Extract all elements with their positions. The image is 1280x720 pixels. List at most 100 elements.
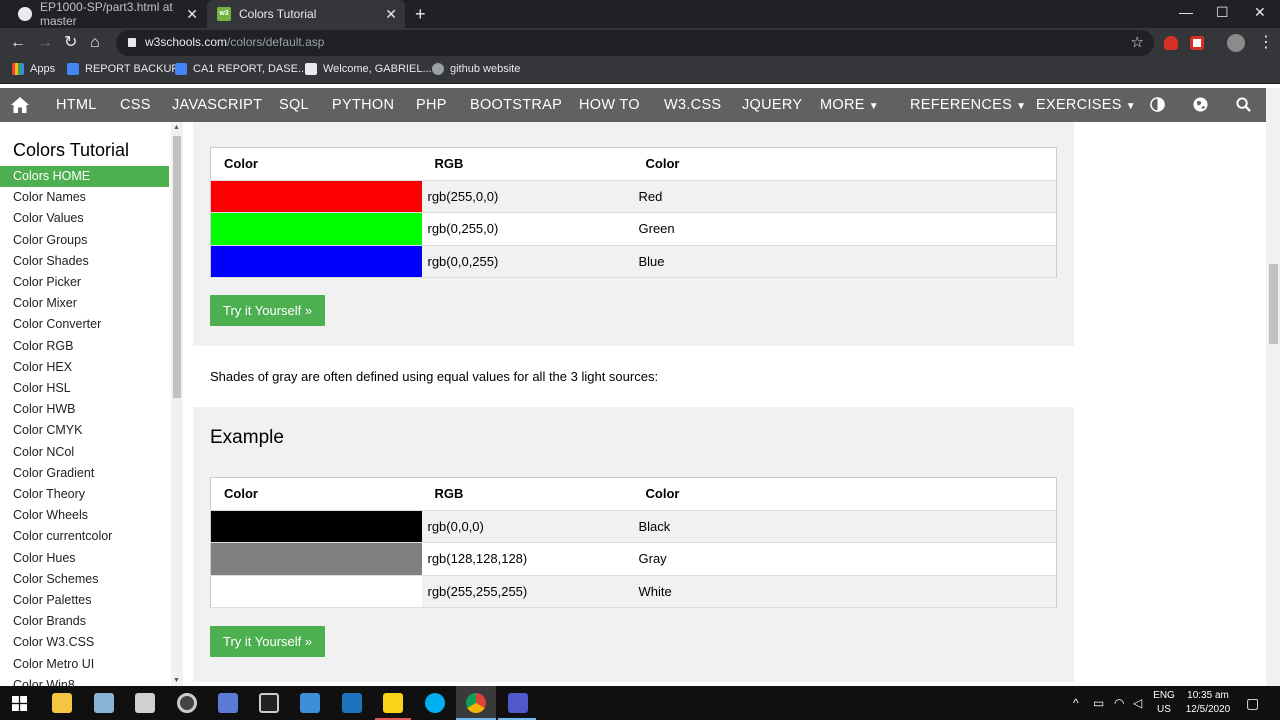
- bookmark-ca1-report[interactable]: CA1 REPORT, DASE...: [175, 63, 307, 75]
- sidebar-item[interactable]: Color Brands: [0, 611, 169, 632]
- profile-avatar[interactable]: [1227, 34, 1245, 52]
- sidebar-item[interactable]: Colors HOME: [0, 166, 169, 187]
- nav-jquery[interactable]: JQUERY: [742, 88, 802, 122]
- chrome-menu-icon[interactable]: ⋮: [1258, 33, 1274, 53]
- sidebar-item[interactable]: Color Mixer: [0, 293, 169, 314]
- sidebar-item[interactable]: Color NCol: [0, 442, 169, 463]
- sidebar-scroll-thumb[interactable]: [173, 136, 181, 398]
- nav-php[interactable]: PHP: [416, 88, 447, 122]
- language-indicator[interactable]: ENG US: [1152, 690, 1176, 716]
- sidebar-item[interactable]: Color W3.CSS: [0, 632, 169, 653]
- bookmark-report-backup[interactable]: REPORT BACKUP: [67, 63, 179, 75]
- address-bar[interactable]: w3schools.com/colors/default.asp ☆: [116, 30, 1154, 56]
- sidebar-item[interactable]: Color Win8: [0, 675, 169, 686]
- sidebar-item[interactable]: Color Groups: [0, 230, 169, 251]
- color-name: Green: [632, 212, 1057, 246]
- extension-pocket-icon[interactable]: [1190, 36, 1204, 50]
- nav-bootstrap[interactable]: BOOTSTRAP: [470, 88, 562, 122]
- color-name: Blue: [632, 245, 1057, 278]
- home-browser-icon[interactable]: ⌂: [90, 33, 100, 53]
- tray-chevron-up-icon[interactable]: ^: [1073, 695, 1079, 711]
- nav-sql[interactable]: SQL: [279, 88, 309, 122]
- nav-how-to[interactable]: HOW TO: [579, 88, 640, 122]
- reload-icon[interactable]: ↻: [64, 33, 77, 53]
- teams-icon[interactable]: [508, 693, 528, 713]
- nav-html[interactable]: HTML: [56, 88, 97, 122]
- dark-mode-icon[interactable]: [1150, 97, 1165, 112]
- notifications-icon[interactable]: ▢: [1246, 695, 1259, 711]
- bookmark-github-website[interactable]: github website: [432, 63, 520, 75]
- sidebar-item[interactable]: Color Palettes: [0, 590, 169, 611]
- scroll-up-icon[interactable]: ▲: [173, 124, 180, 131]
- volume-icon[interactable]: ◁: [1133, 695, 1142, 711]
- page-scroll-thumb[interactable]: [1269, 264, 1278, 344]
- sidebar-item[interactable]: Color RGB: [0, 336, 169, 357]
- sticky-notes-icon[interactable]: [383, 693, 403, 713]
- rgb-value: rgb(0,0,0): [421, 510, 633, 543]
- clock[interactable]: 10:35 am 12/5/2020: [1180, 690, 1236, 716]
- wifi-icon[interactable]: ◠: [1114, 695, 1124, 711]
- sidebar-item[interactable]: Color Gradient: [0, 463, 169, 484]
- search-icon[interactable]: [1236, 97, 1251, 112]
- app-icon[interactable]: [135, 693, 155, 713]
- browser-toolbar: ← → ↻ ⌂ w3schools.com/colors/default.asp…: [0, 28, 1280, 58]
- nav-javascript[interactable]: JAVASCRIPT: [172, 88, 262, 122]
- sidebar-item[interactable]: Color Converter: [0, 314, 169, 335]
- scroll-down-icon[interactable]: ▼: [173, 677, 180, 684]
- try-it-yourself-button[interactable]: Try it Yourself »: [210, 295, 326, 326]
- sidebar-item[interactable]: Color Values: [0, 208, 169, 229]
- back-icon[interactable]: ←: [10, 33, 26, 53]
- nav-exercises-dropdown[interactable]: EXERCISES ▼: [1036, 88, 1136, 122]
- word-icon[interactable]: [342, 693, 362, 713]
- bookmark-apps[interactable]: Apps: [12, 63, 55, 75]
- media-player-icon[interactable]: [177, 693, 197, 713]
- app-icon[interactable]: [300, 693, 320, 713]
- column-header: Color: [632, 147, 1057, 181]
- chrome-icon[interactable]: [466, 693, 486, 713]
- browser-tab-strip: EP1000-SP/part3.html at master ✕ w3 Colo…: [0, 0, 1280, 28]
- close-tab-icon[interactable]: ✕: [385, 6, 397, 22]
- nav-python[interactable]: PYTHON: [332, 88, 394, 122]
- close-tab-icon[interactable]: ✕: [186, 6, 198, 22]
- bookmark-star-icon[interactable]: ☆: [1131, 33, 1144, 51]
- battery-icon[interactable]: ▭: [1093, 695, 1104, 711]
- minimize-icon[interactable]: —: [1179, 2, 1193, 22]
- nav-more-dropdown[interactable]: MORE ▼: [820, 88, 879, 122]
- sidebar-item[interactable]: Color currentcolor: [0, 526, 169, 547]
- sidebar-item[interactable]: Color Names: [0, 187, 169, 208]
- close-window-icon[interactable]: ✕: [1254, 2, 1266, 22]
- browser-tab-colors[interactable]: w3 Colors Tutorial ✕: [207, 0, 405, 28]
- sidebar-item[interactable]: Color Hues: [0, 548, 169, 569]
- new-tab-icon[interactable]: +: [415, 4, 426, 24]
- sidebar-item[interactable]: Color HSL: [0, 378, 169, 399]
- sidebar-item[interactable]: Color Metro UI: [0, 654, 169, 675]
- sidebar-item[interactable]: Color HWB: [0, 399, 169, 420]
- nav-references-dropdown[interactable]: REFERENCES ▼: [910, 88, 1026, 122]
- sidebar-item[interactable]: Color Picker: [0, 272, 169, 293]
- nav-w3css[interactable]: W3.CSS: [664, 88, 721, 122]
- sidebar-item[interactable]: Color CMYK: [0, 420, 169, 441]
- file-explorer-icon[interactable]: [52, 693, 72, 713]
- app-icon[interactable]: [218, 693, 238, 713]
- globe-translate-icon[interactable]: [1193, 97, 1208, 112]
- sidebar-item[interactable]: Color Schemes: [0, 569, 169, 590]
- home-icon[interactable]: [11, 97, 29, 113]
- maximize-icon[interactable]: ☐: [1216, 2, 1229, 22]
- browser-tab-github[interactable]: EP1000-SP/part3.html at master ✕: [8, 0, 206, 28]
- nav-css[interactable]: CSS: [120, 88, 151, 122]
- try-it-yourself-button[interactable]: Try it Yourself »: [210, 626, 326, 657]
- sidebar-item[interactable]: Color Shades: [0, 251, 169, 272]
- forward-icon[interactable]: →: [37, 33, 53, 53]
- sidebar-scrollbar[interactable]: ▲ ▼: [171, 122, 183, 686]
- windows-start-icon[interactable]: [12, 696, 27, 711]
- sidebar-item[interactable]: Color Wheels: [0, 505, 169, 526]
- sidebar-item[interactable]: Color Theory: [0, 484, 169, 505]
- app-icon[interactable]: [94, 693, 114, 713]
- page-scrollbar[interactable]: [1266, 88, 1280, 686]
- sidebar-item[interactable]: Color HEX: [0, 357, 169, 378]
- column-header: Color: [210, 477, 422, 511]
- terminal-icon[interactable]: [259, 693, 279, 713]
- skype-icon[interactable]: [425, 693, 445, 713]
- bookmark-welcome-gabriel[interactable]: Welcome, GABRIEL...: [305, 63, 432, 75]
- extension-shield-icon[interactable]: [1164, 36, 1178, 50]
